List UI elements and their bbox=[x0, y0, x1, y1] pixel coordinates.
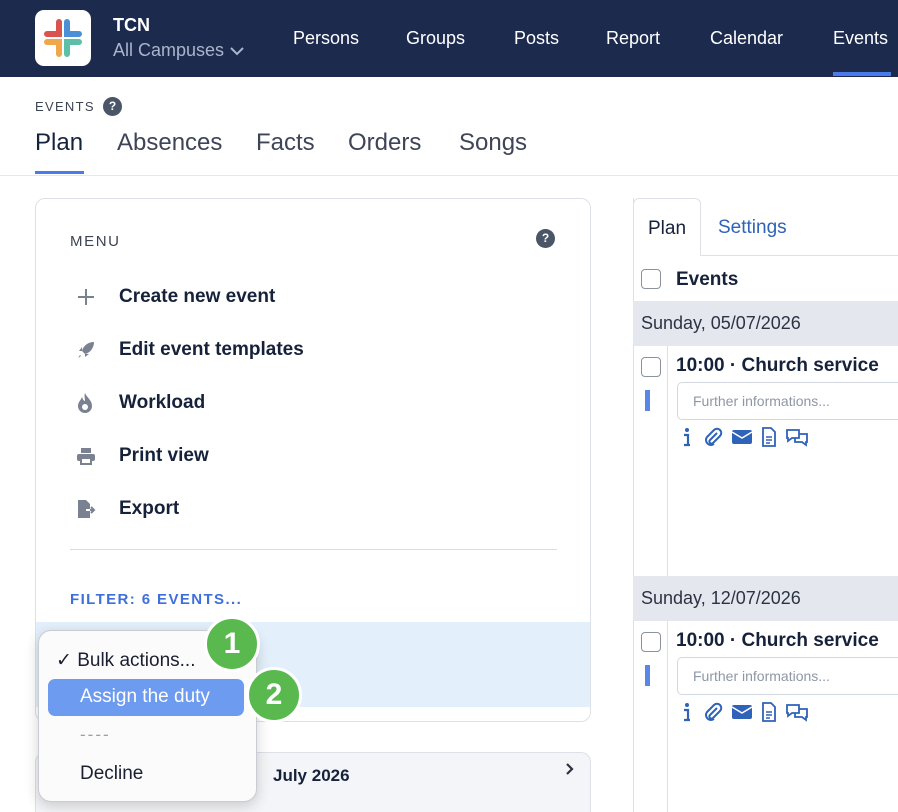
tab-settings[interactable]: Settings bbox=[718, 217, 787, 239]
day-divider bbox=[667, 346, 668, 576]
nav-events[interactable]: Events bbox=[833, 28, 888, 49]
org-logo[interactable] bbox=[35, 10, 91, 66]
event-checkbox[interactable] bbox=[641, 632, 661, 652]
nav-report[interactable]: Report bbox=[606, 28, 660, 49]
dropdown-separator: ---- bbox=[80, 725, 111, 744]
rocket-icon bbox=[70, 338, 104, 362]
paperclip-icon[interactable] bbox=[703, 702, 723, 722]
top-navigation-bar: TCN All Campuses Persons Groups Posts Re… bbox=[0, 0, 898, 77]
date-row: Sunday, 12/07/2026 bbox=[633, 576, 898, 621]
plus-icon bbox=[70, 285, 104, 309]
bulk-actions-selected-option[interactable]: ✓ Bulk actions... bbox=[56, 649, 195, 672]
export-label: Export bbox=[119, 498, 180, 519]
tab-divider bbox=[700, 255, 898, 256]
nav-posts[interactable]: Posts bbox=[514, 28, 559, 49]
flame-icon bbox=[70, 391, 104, 415]
info-icon[interactable] bbox=[679, 702, 695, 722]
filter-events-link[interactable]: FILTER: 6 EVENTS... bbox=[70, 591, 242, 608]
tab-plan[interactable]: Plan bbox=[35, 129, 83, 157]
print-view-button[interactable]: Print view bbox=[70, 441, 209, 471]
paperclip-icon[interactable] bbox=[703, 427, 723, 447]
nav-active-indicator bbox=[833, 72, 891, 76]
date-row: Sunday, 05/07/2026 bbox=[633, 301, 898, 346]
org-name: TCN bbox=[113, 15, 150, 35]
checkmark-icon: ✓ bbox=[56, 650, 72, 671]
envelope-icon[interactable] bbox=[731, 703, 753, 721]
help-icon[interactable]: ? bbox=[103, 97, 122, 116]
event-actions bbox=[679, 427, 809, 447]
bulk-actions-label: Bulk actions... bbox=[77, 650, 196, 671]
info-icon[interactable] bbox=[679, 427, 695, 447]
event-notes-input[interactable]: Further informations... bbox=[677, 382, 898, 420]
event-actions bbox=[679, 702, 809, 722]
comments-icon[interactable] bbox=[785, 702, 809, 722]
chevron-down-icon bbox=[230, 46, 244, 55]
campus-selector[interactable]: All Campuses bbox=[113, 40, 244, 61]
tab-active-indicator bbox=[35, 171, 84, 174]
comments-icon[interactable] bbox=[785, 427, 809, 447]
campus-label: All Campuses bbox=[113, 40, 225, 60]
step-badge-2: 2 bbox=[246, 667, 302, 723]
document-icon[interactable] bbox=[761, 702, 777, 722]
envelope-icon[interactable] bbox=[731, 428, 753, 446]
tab-facts[interactable]: Facts bbox=[256, 129, 315, 157]
printer-icon bbox=[70, 444, 104, 468]
file-export-icon bbox=[70, 497, 104, 521]
menu-help-icon[interactable]: ? bbox=[536, 229, 555, 248]
section-label: EVENTS bbox=[35, 99, 95, 114]
tab-orders[interactable]: Orders bbox=[348, 129, 421, 157]
menu-title: MENU bbox=[70, 233, 121, 250]
edit-event-templates-button[interactable]: Edit event templates bbox=[70, 335, 304, 365]
event-color-marker bbox=[645, 665, 650, 686]
month-label: July 2026 bbox=[273, 766, 350, 785]
nav-groups[interactable]: Groups bbox=[406, 28, 465, 49]
edit-event-templates-label: Edit event templates bbox=[119, 339, 304, 360]
events-header: Events bbox=[676, 269, 739, 290]
document-icon[interactable] bbox=[761, 427, 777, 447]
event-color-marker bbox=[645, 390, 650, 411]
divider bbox=[0, 175, 898, 176]
step-badge-1: 1 bbox=[204, 616, 260, 672]
decline-option[interactable]: Decline bbox=[80, 763, 143, 785]
workload-button[interactable]: Workload bbox=[70, 388, 205, 418]
nav-calendar[interactable]: Calendar bbox=[710, 28, 783, 49]
logo-cross-icon bbox=[44, 19, 82, 57]
tab-absences[interactable]: Absences bbox=[117, 129, 222, 157]
create-new-event-button[interactable]: Create new event bbox=[70, 282, 275, 312]
nav-persons[interactable]: Persons bbox=[293, 28, 359, 49]
create-new-event-label: Create new event bbox=[119, 286, 276, 307]
menu-divider bbox=[70, 549, 557, 550]
event-title[interactable]: 10:00 · Church service bbox=[676, 355, 879, 377]
event-checkbox[interactable] bbox=[641, 357, 661, 377]
event-title[interactable]: 10:00 · Church service bbox=[676, 630, 879, 652]
assign-duty-label: Assign the duty bbox=[80, 686, 210, 707]
export-button[interactable]: Export bbox=[70, 494, 179, 524]
tab-songs[interactable]: Songs bbox=[459, 129, 527, 157]
print-view-label: Print view bbox=[119, 445, 209, 466]
tab-plan-right[interactable]: Plan bbox=[633, 198, 701, 256]
chevron-right-icon[interactable] bbox=[565, 762, 575, 781]
event-notes-input[interactable]: Further informations... bbox=[677, 657, 898, 695]
workload-label: Workload bbox=[119, 392, 206, 413]
day-divider bbox=[667, 621, 668, 812]
select-all-checkbox[interactable] bbox=[641, 269, 661, 289]
